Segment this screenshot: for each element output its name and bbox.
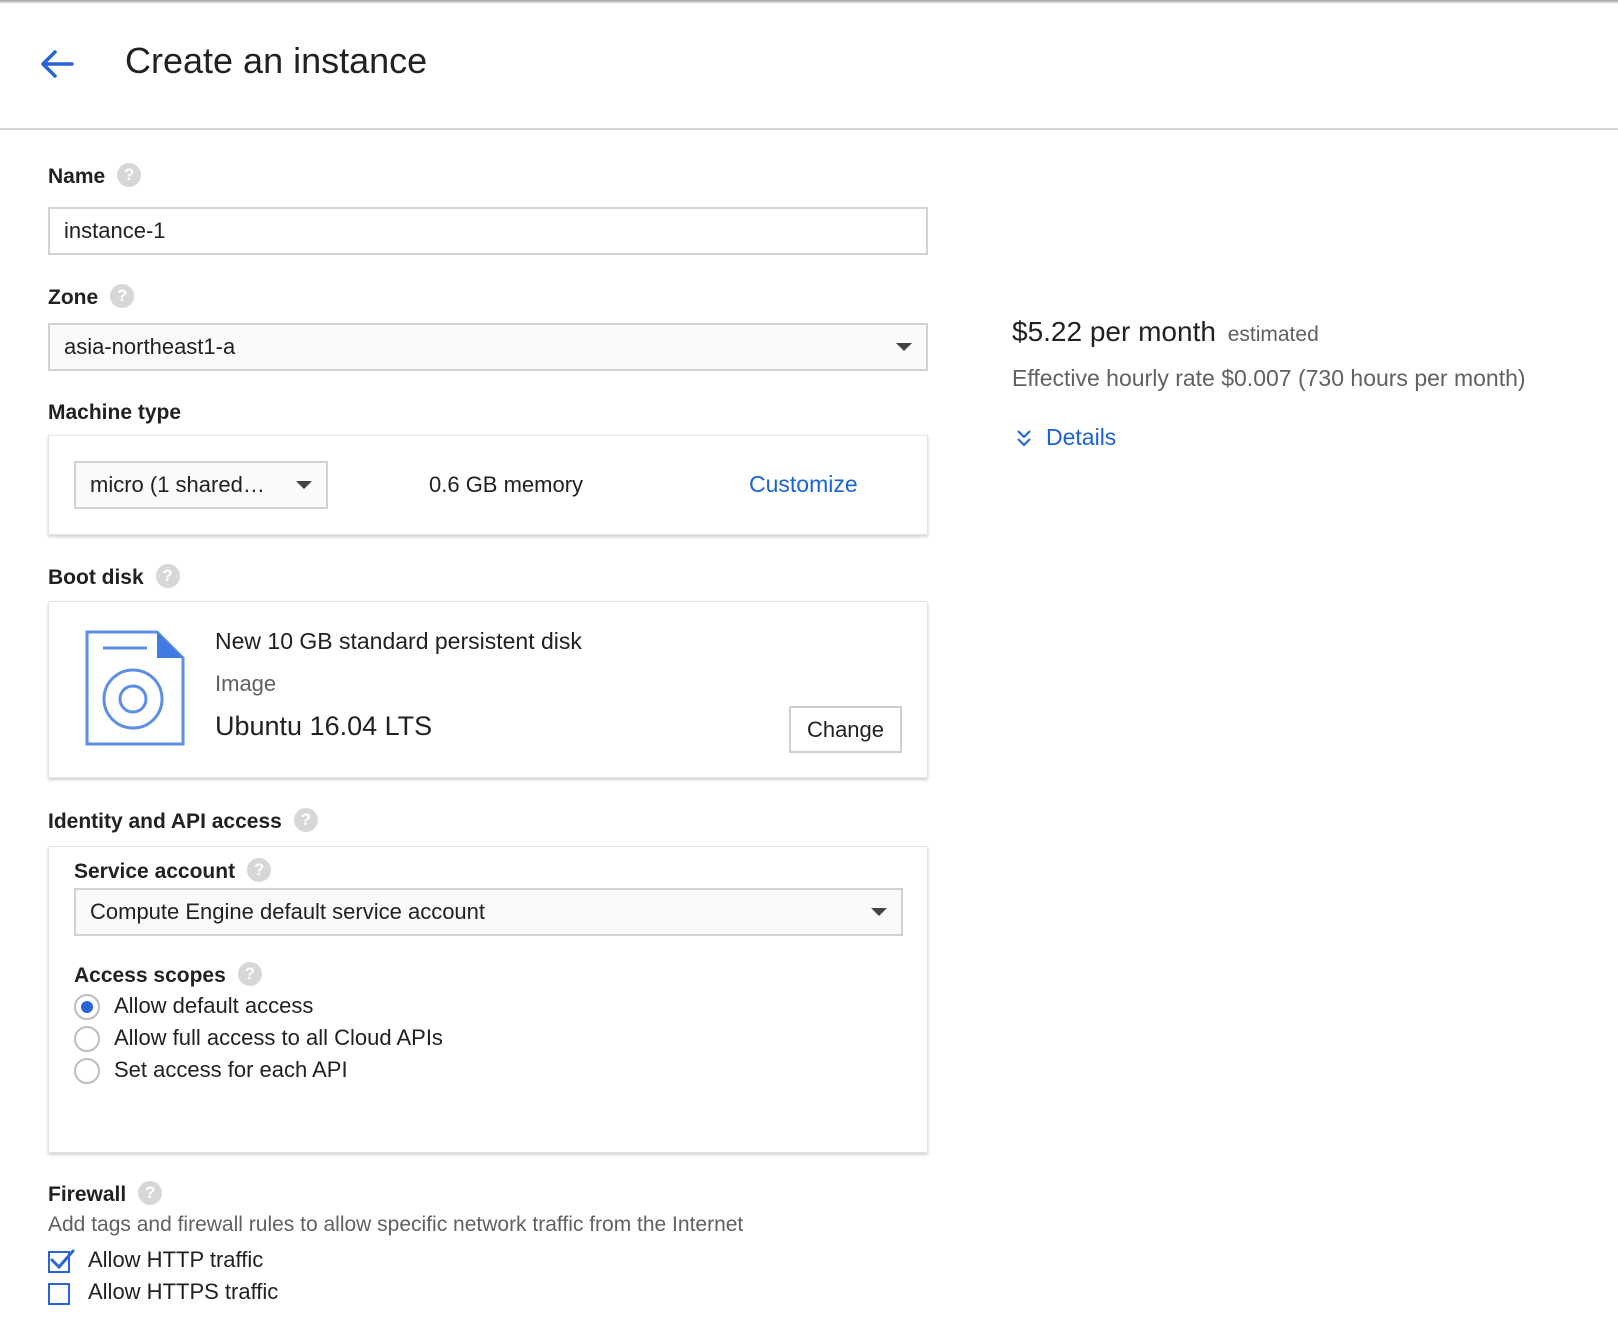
machine-type-select-value: micro (1 shared…: [90, 472, 265, 497]
monthly-price: $5.22 per month: [1012, 316, 1216, 347]
firewall-label: Firewall?: [48, 1181, 163, 1207]
access-scopes-label: Access scopes?: [74, 962, 262, 988]
boot-disk-help-icon[interactable]: ?: [155, 564, 180, 589]
firewall-description: Add tags and firewall rules to allow spe…: [48, 1213, 744, 1236]
zone-select-value: asia-northeast1-a: [64, 334, 236, 359]
machine-memory: 0.6 GB memory: [429, 472, 584, 497]
price-summary: $5.22 per month estimated: [1012, 316, 1319, 348]
service-account-caret-icon: [871, 908, 887, 916]
checkmark-icon: [50, 1249, 75, 1270]
scope-default-label: Allow default access: [114, 993, 314, 1018]
identity-card: Service account? Compute Engine default …: [48, 846, 928, 1153]
page-header: Create an instance: [0, 0, 1618, 130]
customize-link[interactable]: Customize: [749, 471, 858, 498]
service-account-help-icon[interactable]: ?: [247, 858, 272, 883]
details-link[interactable]: Details: [1046, 424, 1116, 451]
price-estimated: estimated: [1227, 323, 1319, 346]
boot-disk-description: New 10 GB standard persistent disk: [215, 628, 582, 654]
http-checkbox[interactable]: [48, 1249, 75, 1273]
service-account-select[interactable]: Compute Engine default service account: [74, 888, 903, 936]
name-input[interactable]: instance-1: [48, 207, 928, 255]
scope-each-label: Set access for each API: [114, 1057, 348, 1082]
service-account-select-value: Compute Engine default service account: [90, 899, 486, 924]
name-label: Name?: [48, 163, 142, 189]
firewall-help-icon[interactable]: ?: [138, 1181, 163, 1206]
name-help-icon[interactable]: ?: [117, 163, 142, 188]
scope-full-radio[interactable]: [74, 1026, 100, 1052]
back-arrow-icon[interactable]: [36, 44, 76, 84]
zone-select[interactable]: asia-northeast1-a: [48, 323, 928, 371]
chevron-double-down-icon: [1017, 430, 1031, 447]
identity-label: Identity and API access?: [48, 808, 318, 834]
zone-help-icon[interactable]: ?: [110, 284, 135, 309]
scope-each-radio[interactable]: [74, 1058, 100, 1084]
zone-caret-icon: [896, 343, 912, 351]
service-account-label: Service account?: [74, 858, 272, 884]
access-scopes-help-icon[interactable]: ?: [237, 962, 262, 987]
scope-default-radio[interactable]: [74, 994, 100, 1020]
disk-image-icon: [85, 630, 185, 746]
identity-help-icon[interactable]: ?: [293, 808, 318, 833]
machine-type-caret-icon: [296, 481, 312, 489]
boot-disk-image-value: Ubuntu 16.04 LTS: [215, 711, 433, 741]
name-input-value: instance-1: [64, 218, 166, 243]
boot-disk-card: New 10 GB standard persistent disk Image…: [48, 601, 928, 778]
hourly-rate: Effective hourly rate $0.007 (730 hours …: [1012, 365, 1526, 391]
zone-label: Zone?: [48, 284, 135, 310]
page-title: Create an instance: [125, 40, 428, 81]
change-disk-button[interactable]: Change: [789, 706, 902, 753]
machine-type-label: Machine type: [48, 401, 182, 424]
https-label: Allow HTTPS traffic: [88, 1279, 279, 1304]
https-checkbox[interactable]: [48, 1283, 70, 1305]
boot-disk-label: Boot disk?: [48, 564, 180, 590]
change-disk-button-label: Change: [806, 716, 885, 742]
scope-full-label: Allow full access to all Cloud APIs: [114, 1025, 443, 1050]
machine-type-select[interactable]: micro (1 shared…: [74, 461, 328, 509]
machine-type-card: micro (1 shared… 0.6 GB memory Customize: [48, 435, 928, 535]
boot-disk-image-label: Image: [215, 671, 277, 696]
http-label: Allow HTTP traffic: [88, 1247, 264, 1272]
